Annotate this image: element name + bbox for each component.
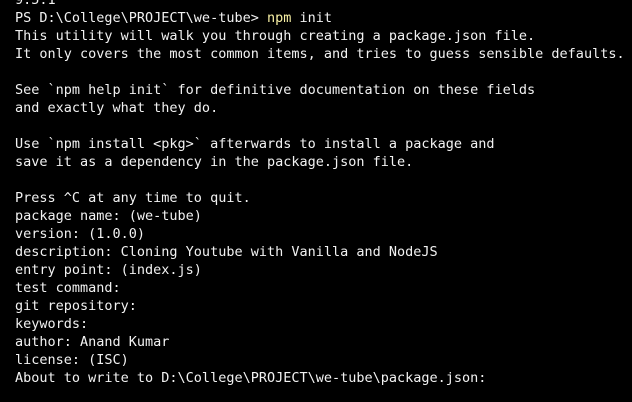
terminal-window[interactable]: 9.5.1 PS D:\College\PROJECT\we-tube> npm… <box>0 0 632 402</box>
prompt-line: PS D:\College\PROJECT\we-tube> npm init <box>15 9 632 27</box>
output-line-intro-1: This utility will walk you through creat… <box>15 28 536 44</box>
field-package-name: package name: (we-tube) <box>15 208 202 224</box>
output-line-help-2: and exactly what they do. <box>15 100 219 116</box>
output-line-about: About to write to D:\College\PROJECT\we-… <box>15 370 487 386</box>
field-license: license: (ISC) <box>15 352 129 368</box>
field-keywords: keywords: <box>15 316 89 332</box>
output-line-help-1: See `npm help init` for definitive docum… <box>15 82 536 98</box>
command-name: npm <box>266 10 292 26</box>
field-author: author: Anand Kumar <box>15 334 170 350</box>
output-line-intro-2: It only covers the most common items, an… <box>15 46 625 62</box>
output-line-install-2: save it as a dependency in the package.j… <box>15 154 414 170</box>
field-version: version: (1.0.0) <box>15 226 146 242</box>
output-line-install-1: Use `npm install <pkg>` afterwards to in… <box>15 136 495 152</box>
field-test-command: test command: <box>15 280 121 296</box>
field-description: description: Cloning Youtube with Vanill… <box>15 244 438 260</box>
output-line-version: 9.5.1 <box>15 0 56 8</box>
output-line-quit: Press ^C at any time to quit. <box>15 190 251 206</box>
prompt-path: PS D:\College\PROJECT\we-tube> <box>15 10 267 26</box>
command-args: init <box>291 10 332 26</box>
field-git-repository: git repository: <box>15 298 137 314</box>
field-entry-point: entry point: (index.js) <box>15 262 202 278</box>
